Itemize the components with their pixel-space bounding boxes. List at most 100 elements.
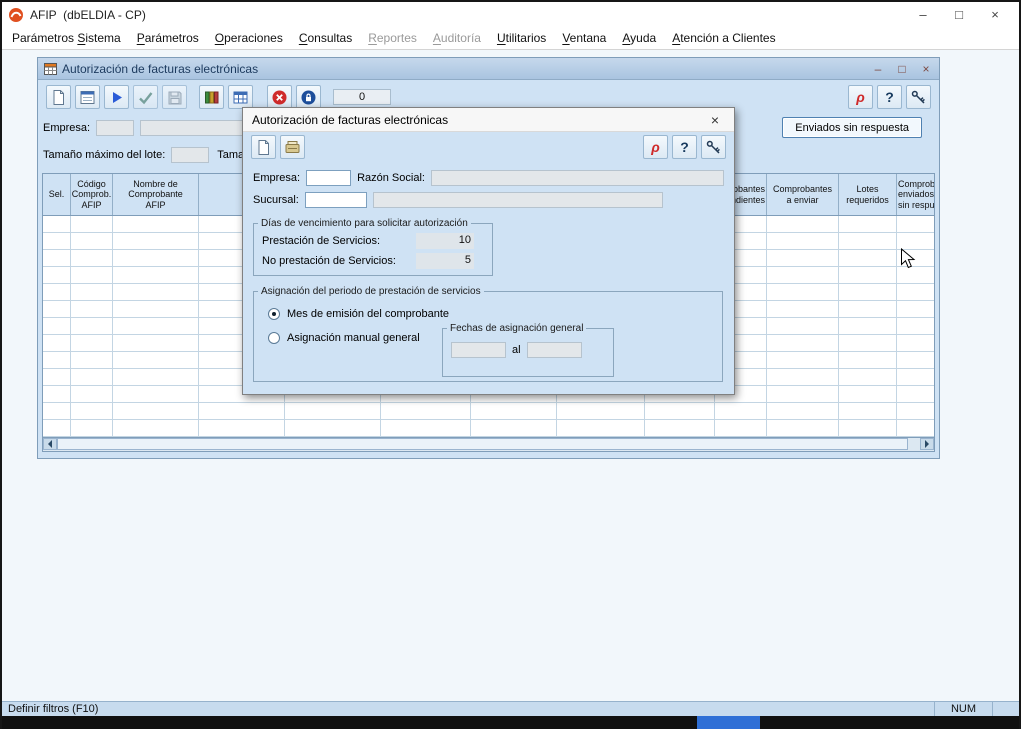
cardfile-button[interactable] <box>280 135 305 159</box>
empresa-input[interactable] <box>306 170 351 186</box>
enviados-sin-respuesta-button[interactable]: Enviados sin respuesta <box>782 117 922 138</box>
exit-button[interactable]: ρ <box>643 135 668 159</box>
grid-cell <box>71 369 113 385</box>
grid-cell <box>43 284 71 300</box>
security-button[interactable] <box>296 85 321 109</box>
grid-cell <box>43 233 71 249</box>
radio-mes-emision[interactable]: Mes de emisión del comprobante <box>268 307 722 321</box>
run-button[interactable] <box>104 85 129 109</box>
lote-max-input[interactable] <box>171 147 209 163</box>
keys-button[interactable] <box>701 135 726 159</box>
exit-button[interactable]: ρ <box>848 85 873 109</box>
grid-cell <box>839 250 897 266</box>
taskbar-fragment <box>697 716 760 729</box>
close-button[interactable]: × <box>977 3 1013 27</box>
sucursal-input[interactable] <box>305 192 367 208</box>
prestacion-input[interactable]: 10 <box>416 233 474 249</box>
menu-item-par-metros-sistema[interactable]: Parámetros Sistema <box>4 27 129 49</box>
grid-cell <box>113 335 199 351</box>
scrollbar-track[interactable] <box>57 438 920 451</box>
new-button[interactable] <box>251 135 276 159</box>
save-disk-icon <box>166 89 183 106</box>
grid-cell <box>113 318 199 334</box>
grid-column-header[interactable]: Nombre de Comprobante AFIP <box>113 174 199 215</box>
batch-button[interactable] <box>199 85 224 109</box>
grid-cell <box>43 267 71 283</box>
keys-icon <box>910 89 927 106</box>
grid-cell <box>767 284 839 300</box>
exit-icon: ρ <box>651 140 659 154</box>
grid-cell <box>897 233 934 249</box>
grid-column-header[interactable]: Comprobantes enviados sin respuesta <box>897 174 934 215</box>
menu-item-operaciones[interactable]: Operaciones <box>207 27 291 49</box>
radio-button-unchecked[interactable] <box>268 332 280 344</box>
vencimiento-group: Días de vencimiento para solicitar autor… <box>253 218 493 276</box>
grid-cell <box>897 369 934 385</box>
grid-cell <box>767 233 839 249</box>
grid-view-button[interactable] <box>228 85 253 109</box>
mdi-area: Autorización de facturas electrónicas – … <box>2 50 1019 701</box>
child-minimize-button[interactable]: – <box>871 62 885 76</box>
grid-cell <box>897 352 934 368</box>
help-button[interactable]: ? <box>672 135 697 159</box>
grid-cell <box>839 233 897 249</box>
window-titlebar: AFIP (dbELDIA - CP) – □ × <box>2 2 1019 27</box>
grid-row[interactable] <box>43 403 934 420</box>
grid-cell <box>767 216 839 232</box>
grid-column-header[interactable]: Lotes requeridos <box>839 174 897 215</box>
fecha-desde-input[interactable] <box>451 342 506 358</box>
grid-column-header[interactable]: Comprobantes a enviar <box>767 174 839 215</box>
razon-social-input[interactable] <box>431 170 724 186</box>
menu-item-ayuda[interactable]: Ayuda <box>614 27 664 49</box>
menu-item-reportes[interactable]: Reportes <box>360 27 425 49</box>
grid-row[interactable] <box>43 420 934 437</box>
scrollbar-thumb[interactable] <box>57 438 908 450</box>
scroll-right-button[interactable] <box>920 438 934 450</box>
grid-column-header[interactable]: Código Comprob. AFIP <box>71 174 113 215</box>
grid-cell <box>645 420 715 436</box>
grid-cell <box>43 352 71 368</box>
child-maximize-button[interactable]: □ <box>895 62 909 76</box>
grid-cell <box>285 420 381 436</box>
radio-mes-label: Mes de emisión del comprobante <box>287 308 449 320</box>
menu-item-ventana[interactable]: Ventana <box>554 27 614 49</box>
child-close-button[interactable]: × <box>919 62 933 76</box>
new-button[interactable] <box>46 85 71 109</box>
grid-cell <box>767 335 839 351</box>
menu-item-utilitarios[interactable]: Utilitarios <box>489 27 554 49</box>
grid-cell <box>113 301 199 317</box>
sucursal-label: Sucursal: <box>253 194 299 206</box>
keys-button[interactable] <box>906 85 931 109</box>
scroll-left-button[interactable] <box>43 438 57 450</box>
razon-social-label: Razón Social: <box>357 172 425 184</box>
confirm-button[interactable] <box>133 85 158 109</box>
grid-column-header[interactable]: Sel. <box>43 174 71 215</box>
grid-cell <box>113 420 199 436</box>
grid-cell <box>71 335 113 351</box>
horizontal-scrollbar[interactable] <box>43 437 934 451</box>
status-message: Definir filtros (F10) <box>2 702 935 716</box>
menu-item-par-metros[interactable]: Parámetros <box>129 27 207 49</box>
radio-button-checked[interactable] <box>268 308 280 320</box>
detail-button[interactable] <box>75 85 100 109</box>
fecha-hasta-input[interactable] <box>527 342 582 358</box>
minimize-button[interactable]: – <box>905 3 941 27</box>
menu-item-atenci-n-a-clientes[interactable]: Atención a Clientes <box>664 27 783 49</box>
grid-cell <box>71 216 113 232</box>
grid-cell <box>381 403 471 419</box>
check-icon <box>137 89 154 106</box>
empresa-code-input[interactable] <box>96 120 134 136</box>
sucursal-name-input[interactable] <box>373 192 663 208</box>
help-button[interactable]: ? <box>877 85 902 109</box>
fechas-row: al <box>443 342 613 358</box>
maximize-button[interactable]: □ <box>941 3 977 27</box>
cardfile-icon <box>284 139 301 156</box>
menu-item-consultas[interactable]: Consultas <box>291 27 360 49</box>
dialog-close-button[interactable]: × <box>705 112 725 128</box>
menu-item-auditor-a[interactable]: Auditoría <box>425 27 489 49</box>
save-button[interactable] <box>162 85 187 109</box>
exit-icon: ρ <box>856 90 864 104</box>
cancel-authorization-button[interactable] <box>267 85 292 109</box>
child-window-controls: – □ × <box>871 62 933 76</box>
no-prestacion-input[interactable]: 5 <box>416 253 474 269</box>
